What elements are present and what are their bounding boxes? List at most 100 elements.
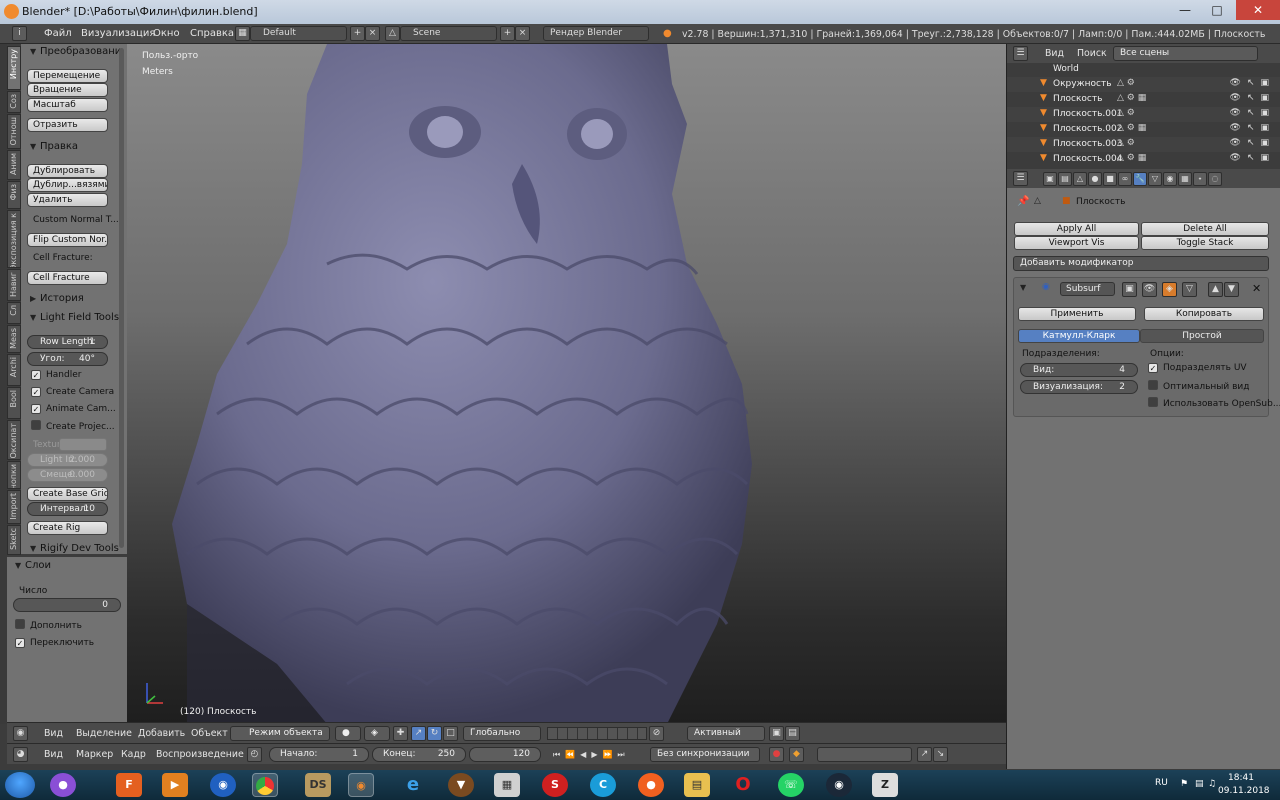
outliner-item-world[interactable]: World — [1007, 62, 1280, 77]
tab-navigation[interactable]: Навиг — [7, 269, 21, 301]
delete-all-button[interactable]: Delete All — [1141, 222, 1269, 236]
world-tab-icon[interactable]: ● — [1088, 172, 1102, 186]
create-rig-button[interactable]: Create Rig — [27, 521, 108, 535]
lock-layers-button[interactable]: ⊘ — [649, 726, 664, 741]
interval-field[interactable]: Интервал: 10 — [27, 502, 108, 516]
menu-help[interactable]: Справка — [190, 28, 234, 39]
move-modifier-up-button[interactable]: ▲ — [1208, 282, 1223, 297]
close-button[interactable]: ✕ — [1236, 0, 1280, 20]
render-preview-button[interactable]: ▣ — [769, 726, 784, 741]
tab-physics[interactable]: Физ — [7, 181, 21, 209]
minimize-button[interactable]: — — [1170, 0, 1200, 20]
shift-field[interactable]: Смеще: 0.000 — [27, 468, 108, 482]
start-button[interactable] — [5, 772, 35, 798]
physics-tab-icon[interactable]: ◌ — [1208, 172, 1222, 186]
delete-keyframe-button[interactable]: ↘ — [933, 747, 948, 762]
add-modifier-select[interactable]: Добавить модификатор — [1013, 256, 1269, 271]
language-indicator[interactable]: RU — [1155, 778, 1168, 788]
constraints-tab-icon[interactable]: ∞ — [1118, 172, 1132, 186]
zbrush-icon[interactable]: Z — [872, 773, 898, 797]
maximize-button[interactable]: □ — [1202, 0, 1232, 20]
app-icon[interactable]: ▼ — [448, 773, 474, 797]
end-frame-field[interactable]: Конец: 250 — [372, 747, 466, 762]
tab-measure[interactable]: Meas — [7, 325, 21, 353]
scene-tab-icon[interactable]: △ — [1073, 172, 1087, 186]
layout-field[interactable]: Default — [250, 26, 347, 41]
render-engine-select[interactable]: Рендер Blender — [543, 26, 649, 41]
mirror-button[interactable]: Отразить — [27, 118, 108, 132]
simple-button[interactable]: Простой — [1140, 329, 1264, 343]
pin-icon[interactable]: 📌 — [1017, 196, 1029, 207]
scene-add-button[interactable]: + — [500, 26, 515, 41]
flip-custom-normals-button[interactable]: Flip Custom Nor... — [27, 233, 108, 247]
chrome-icon[interactable] — [252, 773, 278, 797]
rotate-button[interactable]: Вращение — [27, 83, 108, 97]
manipulator-toggle[interactable]: ✚ — [393, 726, 408, 741]
tab-create[interactable]: Соз — [7, 91, 21, 113]
tab-archi[interactable]: Archi — [7, 354, 21, 386]
record-button[interactable]: ● — [769, 747, 784, 762]
handler-checkbox[interactable]: ✓ Handler — [31, 370, 81, 380]
outliner-item-plane-003[interactable]: ▼ Плоскость.003 △ ⚙ 👁↖▣ — [1007, 137, 1280, 152]
apply-all-button[interactable]: Apply All — [1014, 222, 1139, 236]
collapse-modifier-icon[interactable]: ▼ — [1020, 283, 1026, 292]
viewport-vis-button[interactable]: Viewport Vis — [1014, 236, 1139, 250]
data-tab-icon[interactable]: ▽ — [1148, 172, 1162, 186]
daz-studio-icon[interactable]: DS — [305, 773, 331, 797]
optimal-display-checkbox[interactable]: Оптимальный вид — [1148, 380, 1250, 392]
firefox-icon[interactable]: ● — [638, 773, 664, 797]
toggle-checkbox[interactable]: ✓ Переключить — [15, 638, 94, 648]
menu-file[interactable]: Файл — [44, 28, 72, 39]
texture-field[interactable] — [59, 438, 107, 451]
modifier-render-toggle[interactable]: ▣ — [1122, 282, 1137, 297]
catmull-clark-button[interactable]: Катмулл-Кларк — [1018, 329, 1140, 343]
render-levels-field[interactable]: Визуализация: 2 — [1020, 380, 1138, 394]
apply-modifier-button[interactable]: Применить — [1018, 307, 1136, 321]
duplicate-button[interactable]: Дублировать — [27, 164, 108, 178]
outliner-editor-icon[interactable]: ☰ — [1013, 46, 1028, 61]
layout-add-button[interactable]: + — [350, 26, 365, 41]
timeline-menu-frame[interactable]: Кадр — [121, 749, 146, 760]
modifier-cage-toggle[interactable]: ▽ — [1182, 282, 1197, 297]
viewport-menu-add[interactable]: Добавить — [138, 728, 185, 739]
viewport-menu-select[interactable]: Выделение — [76, 728, 132, 739]
3d-viewport[interactable]: Польз.-орто Meters (120) Плоскость — [127, 44, 1006, 724]
outliner-scope-select[interactable]: Все сцены — [1113, 46, 1258, 61]
media-player-icon[interactable]: ▶ — [162, 773, 188, 797]
opengl-render-button[interactable]: ▤ — [785, 726, 800, 741]
clock-time[interactable]: 18:41 — [1228, 773, 1254, 783]
timeline-editor-icon[interactable]: ◕ — [13, 747, 28, 762]
use-opensubdiv-checkbox[interactable]: Использовать OpenSub... — [1148, 397, 1280, 409]
move-button[interactable]: Перемещение — [27, 69, 108, 83]
keying-set-field[interactable] — [817, 747, 912, 762]
duplicate-linked-button[interactable]: Дублир...вязями — [27, 178, 108, 192]
properties-editor-icon[interactable]: ☰ — [1013, 171, 1028, 186]
viewport-menu-view[interactable]: Вид — [44, 728, 63, 739]
modifier-name-field[interactable]: Subsurf — [1060, 282, 1115, 296]
rotate-manipulator-button[interactable]: ↻ — [427, 726, 442, 741]
scale-manipulator-button[interactable]: □ — [443, 726, 458, 741]
delete-button[interactable]: Удалить — [27, 193, 108, 207]
tab-layers[interactable]: Сл — [7, 302, 21, 324]
whatsapp-icon[interactable]: ☏ — [778, 773, 804, 797]
internet-explorer-icon[interactable]: e — [400, 773, 426, 797]
outliner-menu-search[interactable]: Поиск — [1077, 48, 1107, 59]
panel-history-header[interactable]: ▶ История — [30, 293, 84, 309]
particles-tab-icon[interactable]: ⋆ — [1193, 172, 1207, 186]
font-app-icon[interactable]: F — [116, 773, 142, 797]
create-projector-checkbox[interactable]: Create Projec... — [31, 420, 115, 432]
tab-sketch[interactable]: Sketc — [7, 525, 21, 555]
outliner-item-plane-002[interactable]: ▼ Плоскость.002 △ ⚙ ▦ 👁↖▣ — [1007, 122, 1280, 137]
outliner-item-plane-001[interactable]: ▼ Плоскость.001 △ ⚙ 👁↖▣ — [1007, 107, 1280, 122]
timeline-menu-playback[interactable]: Воспроизведение — [156, 749, 244, 760]
outliner-item-circle[interactable]: ▼ Окружность △ ⚙ 👁↖▣ — [1007, 77, 1280, 92]
scene-delete-button[interactable]: × — [515, 26, 530, 41]
tab-import[interactable]: Import — [7, 490, 21, 524]
network-app-icon[interactable]: ◉ — [210, 773, 236, 797]
copy-modifier-button[interactable]: Копировать — [1144, 307, 1264, 321]
steam-icon[interactable]: ◉ — [826, 773, 852, 797]
outliner-item-plane-004[interactable]: ▼ Плоскость.004 △ ⚙ ▦ 👁↖▣ — [1007, 152, 1280, 167]
light-intensity-field[interactable]: Light In: 2.000 — [27, 453, 108, 467]
opera-icon[interactable]: O — [730, 773, 756, 797]
remove-modifier-icon[interactable]: ✕ — [1252, 282, 1261, 295]
